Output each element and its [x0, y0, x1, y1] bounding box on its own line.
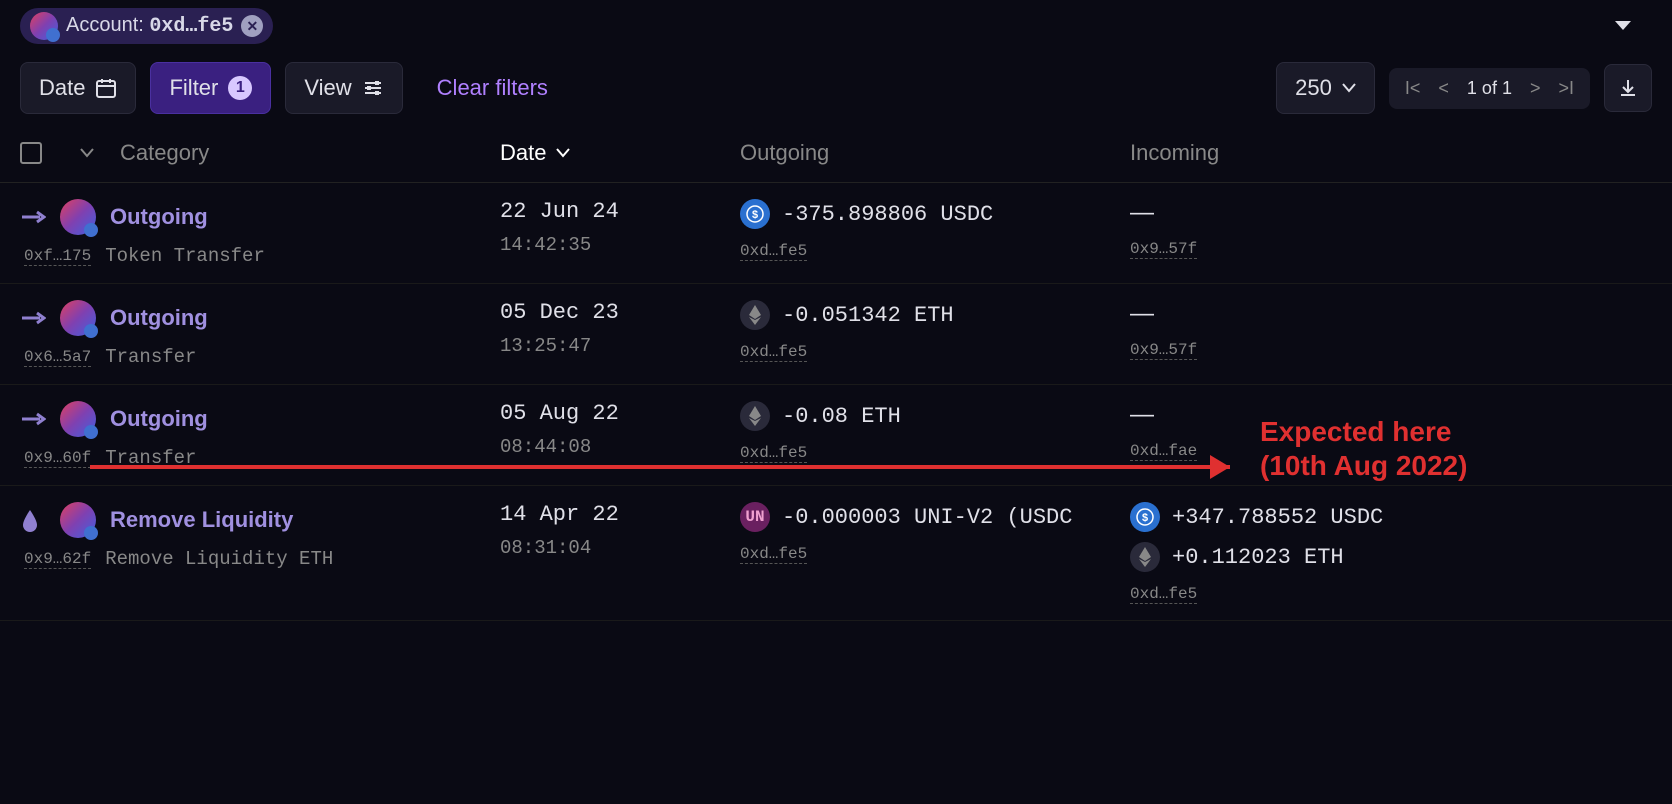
- chevron-down-icon: [556, 148, 570, 158]
- close-icon[interactable]: ✕: [241, 15, 263, 37]
- annotation-arrow: [90, 465, 1230, 469]
- eth-icon: [1130, 542, 1160, 572]
- uni-icon: UN: [740, 502, 770, 532]
- breadcrumb-dropdown-icon[interactable]: [1614, 20, 1632, 32]
- incoming-empty: —: [1130, 300, 1652, 328]
- row-avatar: [60, 199, 96, 235]
- annotation-text: Expected here (10th Aug 2022): [1260, 415, 1467, 482]
- account-chip[interactable]: Account: 0xd…fe5 ✕: [20, 8, 273, 44]
- outgoing-addr[interactable]: 0xd…fe5: [740, 343, 807, 362]
- outgoing-amount: UN-0.000003 UNI-V2 (USDC: [740, 502, 1130, 532]
- eth-icon: [740, 300, 770, 330]
- direction-icon: [20, 311, 46, 325]
- tx-hash[interactable]: 0x9…60f: [24, 449, 91, 468]
- page-indicator: 1 of 1: [1467, 78, 1512, 99]
- col-date[interactable]: Date: [500, 140, 740, 166]
- time-value: 13:25:47: [500, 335, 740, 357]
- time-value: 08:31:04: [500, 537, 740, 559]
- tx-hash[interactable]: 0x9…62f: [24, 550, 91, 569]
- direction-icon: [20, 412, 46, 426]
- breadcrumb: Account: 0xd…fe5 ✕: [0, 0, 1672, 52]
- select-all-checkbox[interactable]: [20, 142, 42, 164]
- col-category[interactable]: Category: [120, 140, 500, 166]
- sub-category: Token Transfer: [105, 245, 265, 267]
- outgoing-amount: -0.08 ETH: [740, 401, 1130, 431]
- col-outgoing[interactable]: Outgoing: [740, 140, 1130, 166]
- svg-text:$: $: [752, 210, 759, 222]
- row-avatar: [60, 300, 96, 336]
- date-value: 05 Dec 23: [500, 300, 740, 325]
- pagination: I< < 1 of 1 > >I: [1389, 68, 1590, 109]
- outgoing-addr[interactable]: 0xd…fe5: [740, 444, 807, 463]
- calendar-icon: [95, 77, 117, 99]
- table-row[interactable]: Remove Liquidity 0x9…62f Remove Liquidit…: [0, 486, 1672, 621]
- sub-category: Remove Liquidity ETH: [105, 548, 333, 570]
- view-button[interactable]: View: [285, 62, 402, 114]
- toolbar: Date Filter 1 View Clear filters 250 I< …: [0, 52, 1672, 124]
- row-avatar: [60, 502, 96, 538]
- category-name: Outgoing: [110, 406, 208, 432]
- sub-category: Transfer: [105, 346, 196, 368]
- time-value: 14:42:35: [500, 234, 740, 256]
- category-name: Outgoing: [110, 305, 208, 331]
- col-incoming[interactable]: Incoming: [1130, 140, 1652, 166]
- first-page-icon[interactable]: I<: [1405, 78, 1421, 99]
- page-size-select[interactable]: 250: [1276, 62, 1375, 114]
- direction-icon: [20, 210, 46, 224]
- usdc-icon: $: [1130, 502, 1160, 532]
- account-avatar: [30, 12, 58, 40]
- sliders-icon: [362, 77, 384, 99]
- account-label: Account: 0xd…fe5: [66, 14, 233, 38]
- prev-page-icon[interactable]: <: [1438, 78, 1449, 99]
- category-name: Outgoing: [110, 204, 208, 230]
- date-value: 22 Jun 24: [500, 199, 740, 224]
- incoming-empty: —: [1130, 199, 1652, 227]
- incoming-addr[interactable]: 0xd…fae: [1130, 442, 1197, 461]
- incoming-addr[interactable]: 0xd…fe5: [1130, 585, 1197, 604]
- chevron-down-icon: [1342, 83, 1356, 93]
- download-button[interactable]: [1604, 64, 1652, 112]
- tx-hash[interactable]: 0x6…5a7: [24, 348, 91, 367]
- clear-filters-link[interactable]: Clear filters: [437, 75, 548, 101]
- outgoing-amount: -0.051342 ETH: [740, 300, 1130, 330]
- outgoing-addr[interactable]: 0xd…fe5: [740, 545, 807, 564]
- incoming-amount-extra: +0.112023 ETH: [1130, 542, 1652, 572]
- row-avatar: [60, 401, 96, 437]
- table-header: Category Date Outgoing Incoming: [0, 124, 1672, 183]
- usdc-icon: $: [740, 199, 770, 229]
- tx-hash[interactable]: 0xf…175: [24, 247, 91, 266]
- date-button[interactable]: Date: [20, 62, 136, 114]
- date-value: 05 Aug 22: [500, 401, 740, 426]
- table-row[interactable]: Outgoing 0x6…5a7 Transfer 05 Dec 23 13:2…: [0, 284, 1672, 385]
- incoming-addr[interactable]: 0x9…57f: [1130, 341, 1197, 360]
- eth-icon: [740, 401, 770, 431]
- svg-text:$: $: [1142, 513, 1149, 525]
- table-row[interactable]: Outgoing 0xf…175 Token Transfer 22 Jun 2…: [0, 183, 1672, 284]
- outgoing-amount: $-375.898806 USDC: [740, 199, 1130, 229]
- time-value: 08:44:08: [500, 436, 740, 458]
- incoming-addr[interactable]: 0x9…57f: [1130, 240, 1197, 259]
- date-value: 14 Apr 22: [500, 502, 740, 527]
- direction-icon: [20, 508, 46, 532]
- last-page-icon[interactable]: >I: [1558, 78, 1574, 99]
- filter-button[interactable]: Filter 1: [150, 62, 271, 114]
- filter-count-badge: 1: [228, 76, 252, 100]
- expand-all-icon[interactable]: [80, 148, 120, 158]
- incoming-amount: $+347.788552 USDC: [1130, 502, 1652, 532]
- download-icon: [1618, 78, 1638, 98]
- category-name: Remove Liquidity: [110, 507, 293, 533]
- table-body: Outgoing 0xf…175 Token Transfer 22 Jun 2…: [0, 183, 1672, 621]
- outgoing-addr[interactable]: 0xd…fe5: [740, 242, 807, 261]
- next-page-icon[interactable]: >: [1530, 78, 1541, 99]
